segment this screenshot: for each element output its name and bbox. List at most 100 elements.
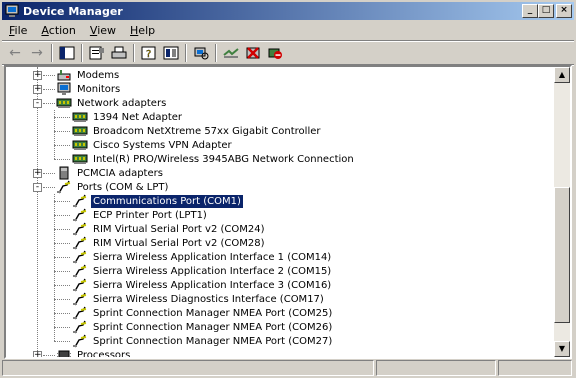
- vertical-scrollbar[interactable]: ▲ ▼: [554, 67, 570, 357]
- tree-branch-line: [54, 327, 70, 328]
- minimize-button[interactable]: _: [522, 4, 538, 18]
- tree-device[interactable]: ECP Printer Port (LPT1): [72, 208, 209, 222]
- port-icon: [72, 334, 88, 348]
- tree-item-label[interactable]: Sprint Connection Manager NMEA Port (COM…: [91, 321, 334, 334]
- tree-category[interactable]: Monitors: [56, 82, 122, 96]
- tree-branch-line: [54, 271, 70, 272]
- tree-device[interactable]: Sprint Connection Manager NMEA Port (COM…: [72, 306, 334, 320]
- show-hide-console-tree-button[interactable]: [56, 43, 78, 63]
- tree-item-label[interactable]: 1394 Net Adapter: [91, 111, 184, 124]
- back-button[interactable]: ←: [4, 43, 26, 63]
- tree-item-label[interactable]: Cisco Systems VPN Adapter: [91, 139, 234, 152]
- device-tree[interactable]: + Modems + Monitors - Network adapters 1394 Ne…: [6, 67, 554, 357]
- tree-device[interactable]: Broadcom NetXtreme 57xx Gigabit Controll…: [72, 124, 322, 138]
- properties-icon: [89, 46, 104, 60]
- tree-device[interactable]: Sierra Wireless Diagnostics Interface (C…: [72, 292, 326, 306]
- close-button[interactable]: ×: [556, 4, 572, 18]
- network-adapter-icon: [72, 152, 88, 166]
- menu-action-rest: ction: [48, 24, 76, 37]
- tree-device[interactable]: Sierra Wireless Application Interface 3 …: [72, 278, 333, 292]
- disable-icon: [268, 48, 282, 59]
- port-icon: [72, 250, 88, 264]
- menu-file-rest: ile: [14, 24, 28, 37]
- title-bar[interactable]: Device Manager _ □ ×: [2, 2, 574, 20]
- tree-device[interactable]: RIM Virtual Serial Port v2 (COM24): [72, 222, 267, 236]
- port-icon: [72, 222, 88, 236]
- tree-item-label[interactable]: Sprint Connection Manager NMEA Port (COM…: [91, 335, 334, 348]
- tree-branch-line: [54, 131, 70, 132]
- tree-item-label[interactable]: Sierra Wireless Diagnostics Interface (C…: [91, 293, 326, 306]
- expand-icon[interactable]: +: [33, 351, 42, 357]
- tree-item-label[interactable]: Ports (COM & LPT): [75, 181, 170, 194]
- menu-action[interactable]: Action: [34, 24, 82, 37]
- menu-action-accel: A: [41, 24, 49, 37]
- status-panel-3: [498, 360, 572, 376]
- tree-item-label[interactable]: RIM Virtual Serial Port v2 (COM28): [91, 237, 267, 250]
- tree-branch-line: [54, 257, 70, 258]
- view-button[interactable]: [160, 43, 182, 63]
- tree-item-label[interactable]: RIM Virtual Serial Port v2 (COM24): [91, 223, 267, 236]
- tree-item-label[interactable]: Sprint Connection Manager NMEA Port (COM…: [91, 307, 334, 320]
- tree-branch-line: [54, 313, 70, 314]
- tree-branch-line: [54, 145, 70, 146]
- menu-file[interactable]: File: [2, 24, 34, 37]
- collapse-icon[interactable]: -: [33, 183, 42, 192]
- help-icon: ?: [141, 46, 156, 60]
- tree-item-label[interactable]: ECP Printer Port (LPT1): [91, 209, 209, 222]
- tree-category[interactable]: Modems: [56, 68, 121, 82]
- scroll-up-button[interactable]: ▲: [554, 67, 570, 83]
- modem-icon: [56, 68, 72, 82]
- scan-hardware-button[interactable]: [190, 43, 212, 63]
- tree-item-label[interactable]: Monitors: [75, 83, 122, 96]
- scroll-down-button[interactable]: ▼: [554, 341, 570, 357]
- tree-item-label[interactable]: Modems: [75, 69, 121, 82]
- tree-category[interactable]: Network adapters: [56, 96, 168, 110]
- device-tree-pane[interactable]: + Modems + Monitors - Network adapters 1394 Ne…: [4, 65, 572, 359]
- help-button[interactable]: ?: [138, 43, 160, 63]
- forward-button[interactable]: →: [26, 43, 48, 63]
- menu-view[interactable]: View: [83, 24, 123, 37]
- tree-device[interactable]: Communications Port (COM1): [72, 193, 244, 209]
- tree-item-label[interactable]: Intel(R) PRO/Wireless 3945ABG Network Co…: [91, 153, 356, 166]
- tree-item-label[interactable]: Sierra Wireless Application Interface 3 …: [91, 279, 333, 292]
- computer-icon: [4, 3, 20, 19]
- scan-hardware-icon: [194, 47, 209, 60]
- uninstall-button[interactable]: [242, 43, 264, 63]
- tree-item-label[interactable]: Broadcom NetXtreme 57xx Gigabit Controll…: [91, 125, 322, 138]
- tree-category[interactable]: PCMCIA adapters: [56, 166, 165, 180]
- tree-device[interactable]: 1394 Net Adapter: [72, 110, 184, 124]
- menu-help[interactable]: Help: [123, 24, 162, 37]
- expand-icon[interactable]: +: [33, 71, 42, 80]
- tree-device[interactable]: Sprint Connection Manager NMEA Port (COM…: [72, 334, 334, 348]
- disable-button[interactable]: [264, 43, 286, 63]
- properties-button[interactable]: [86, 43, 108, 63]
- tree-item-label[interactable]: Sierra Wireless Application Interface 1 …: [91, 251, 333, 264]
- forward-arrow-icon: →: [31, 45, 43, 61]
- monitor-icon: [56, 82, 72, 96]
- printer-icon: [111, 46, 127, 59]
- tree-item-label[interactable]: Sierra Wireless Application Interface 2 …: [91, 265, 333, 278]
- tree-item-label[interactable]: Network adapters: [75, 97, 168, 110]
- tree-branch-line: [43, 89, 55, 90]
- tree-device[interactable]: Cisco Systems VPN Adapter: [72, 138, 234, 152]
- tree-device[interactable]: Sierra Wireless Application Interface 2 …: [72, 264, 333, 278]
- status-bar: [2, 360, 574, 376]
- expand-icon[interactable]: +: [33, 85, 42, 94]
- tree-branch-line: [43, 355, 55, 356]
- tree-item-label[interactable]: PCMCIA adapters: [75, 167, 165, 180]
- tree-device[interactable]: RIM Virtual Serial Port v2 (COM28): [72, 236, 267, 250]
- print-button[interactable]: [108, 43, 130, 63]
- update-driver-button[interactable]: [220, 43, 242, 63]
- tree-item-label[interactable]: Processors: [75, 349, 132, 358]
- scroll-thumb[interactable]: [554, 187, 570, 323]
- tree-device[interactable]: Intel(R) PRO/Wireless 3945ABG Network Co…: [72, 152, 356, 166]
- maximize-button[interactable]: □: [538, 4, 554, 18]
- tree-device[interactable]: Sprint Connection Manager NMEA Port (COM…: [72, 320, 334, 334]
- tree-category[interactable]: Processors: [56, 348, 132, 358]
- collapse-icon[interactable]: -: [33, 99, 42, 108]
- tree-branch-line: [43, 173, 55, 174]
- tree-device[interactable]: Sierra Wireless Application Interface 1 …: [72, 250, 333, 264]
- expand-icon[interactable]: +: [33, 169, 42, 178]
- selected-device-label[interactable]: Communications Port (COM1): [90, 193, 244, 209]
- tree-category[interactable]: Ports (COM & LPT): [56, 180, 170, 194]
